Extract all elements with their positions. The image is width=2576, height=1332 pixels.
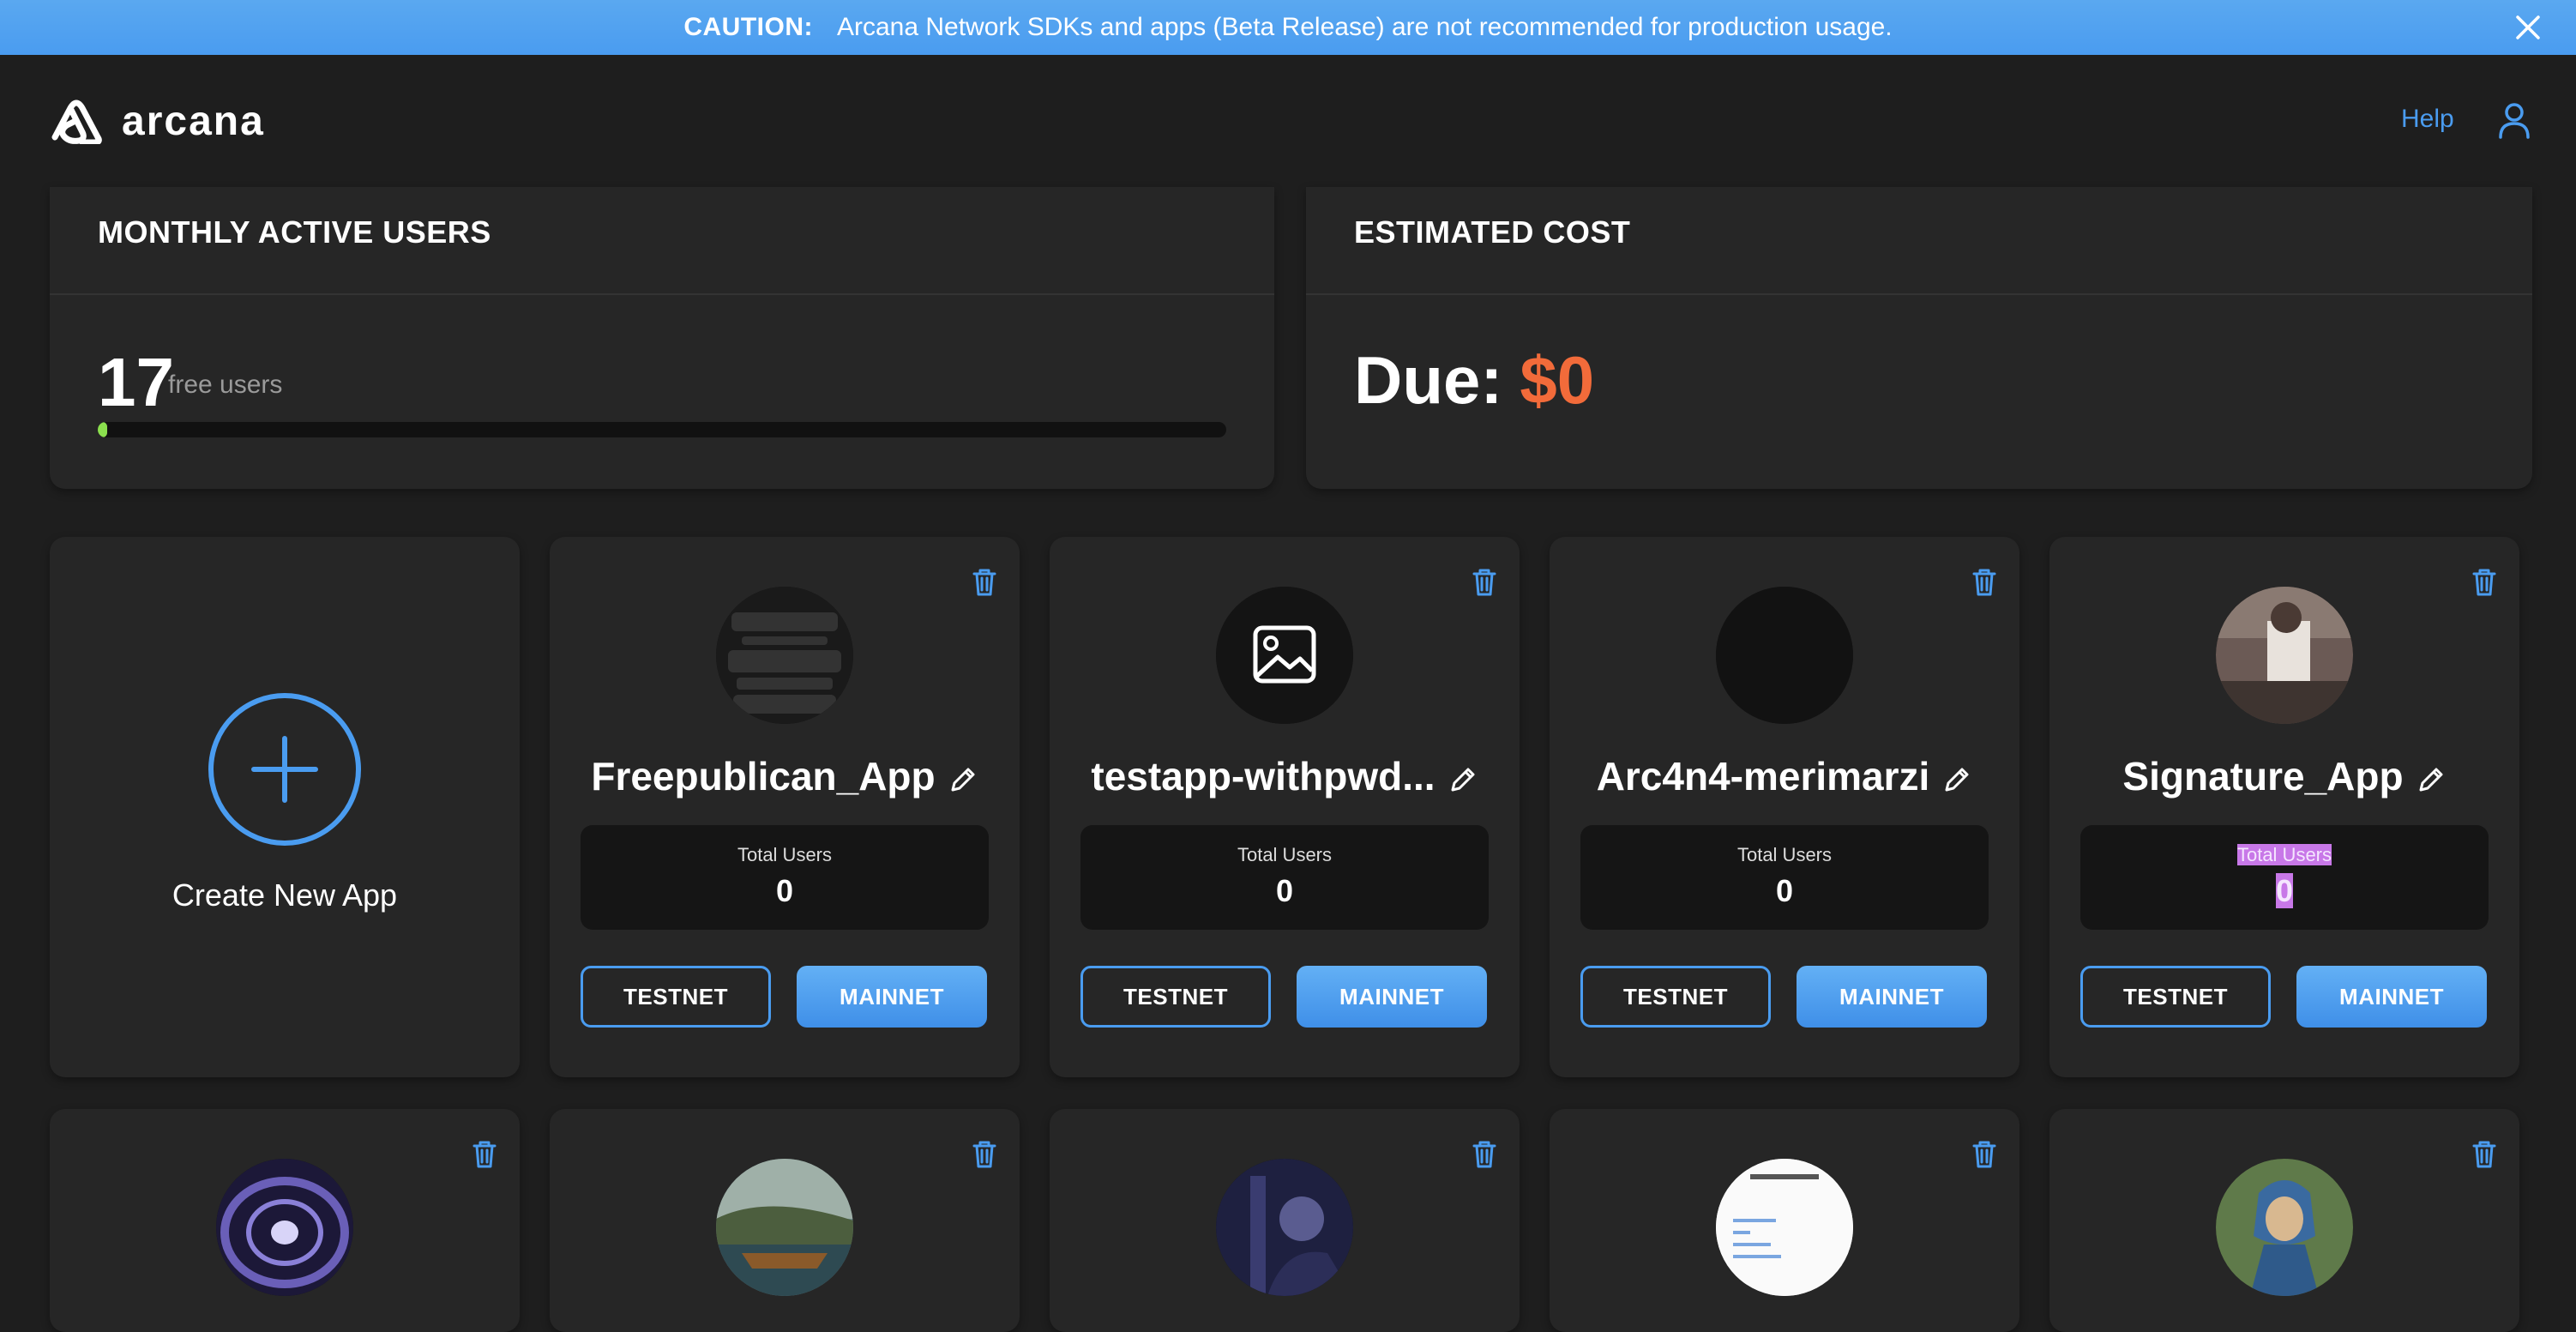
edit-pencil-icon[interactable] xyxy=(1941,764,1972,795)
due-amount: Due: $0 xyxy=(1354,341,1594,419)
app-name-text: Signature_App xyxy=(2122,754,2404,799)
total-users-box: Total Users 0 xyxy=(2080,825,2489,930)
photo-avatar-image xyxy=(2216,587,2353,724)
close-icon[interactable] xyxy=(2513,12,2543,43)
app-name: Arc4n4-merimarzi xyxy=(1550,753,2019,799)
app-card: Arc4n4-merimarzi Total Users 0 TESTNET M… xyxy=(1550,537,2019,1077)
app-avatar xyxy=(716,1159,853,1296)
testnet-button[interactable]: TESTNET xyxy=(2080,966,2271,1028)
create-new-app-label: Create New App xyxy=(172,877,398,913)
estimated-cost-card: ESTIMATED COST Due: $0 xyxy=(1306,187,2532,489)
total-users-label: Total Users xyxy=(1736,844,1833,865)
user-profile-icon[interactable] xyxy=(2497,101,2531,139)
arcana-logo-icon xyxy=(51,99,102,144)
app-card: testapp-withpwd... Total Users 0 TESTNET… xyxy=(1050,537,1520,1077)
total-users-box: Total Users 0 xyxy=(581,825,989,930)
plus-circle-icon xyxy=(208,693,361,846)
total-users-value: 0 xyxy=(1775,873,1794,908)
app-avatar xyxy=(1216,1159,1353,1296)
mainnet-button[interactable]: MAINNET xyxy=(2296,966,2487,1028)
total-users-box: Total Users 0 xyxy=(1080,825,1489,930)
app-name-text: Arc4n4-merimarzi xyxy=(1596,754,1930,799)
app-avatar xyxy=(1716,1159,1853,1296)
mainnet-button[interactable]: MAINNET xyxy=(1797,966,1987,1028)
app-card xyxy=(50,1109,520,1332)
app-avatar xyxy=(2216,1159,2353,1296)
total-users-box: Total Users 0 xyxy=(1580,825,1989,930)
mau-divider xyxy=(50,293,1274,295)
app-avatar xyxy=(716,587,853,724)
total-users-value: 0 xyxy=(1275,873,1294,908)
help-link[interactable]: Help xyxy=(2401,105,2454,134)
app-name-text: Freepublican_App xyxy=(591,754,936,799)
trash-icon[interactable] xyxy=(972,568,997,597)
monthly-active-users-card: MONTHLY ACTIVE USERS 17 free users xyxy=(50,187,1274,489)
total-users-label: Total Users xyxy=(1237,844,1333,865)
blue-portrait-avatar-image xyxy=(1216,1159,1353,1296)
total-users-label: Total Users xyxy=(737,844,833,865)
total-users-label: Total Users xyxy=(2080,844,2489,866)
mainnet-button[interactable]: MAINNET xyxy=(1297,966,1487,1028)
logo-text: arcana xyxy=(122,99,265,144)
cost-title: ESTIMATED COST xyxy=(1354,214,1631,250)
trash-icon[interactable] xyxy=(1971,1140,1997,1169)
caution-label: CAUTION: xyxy=(683,13,813,41)
testnet-button[interactable]: TESTNET xyxy=(1080,966,1271,1028)
app-name: Freepublican_App xyxy=(550,753,1020,799)
cost-divider xyxy=(1306,293,2532,295)
mau-progress-fill xyxy=(98,422,107,437)
mainnet-button[interactable]: MAINNET xyxy=(797,966,987,1028)
tunnel-avatar-image xyxy=(216,1159,353,1296)
testnet-button[interactable]: TESTNET xyxy=(1580,966,1771,1028)
trash-icon[interactable] xyxy=(472,1140,497,1169)
trash-icon[interactable] xyxy=(1971,568,1997,597)
trash-icon[interactable] xyxy=(972,1140,997,1169)
testnet-button[interactable]: TESTNET xyxy=(581,966,771,1028)
app-avatar xyxy=(1716,587,1853,724)
app-name: Signature_App xyxy=(2049,753,2519,799)
app-avatar xyxy=(2216,587,2353,724)
edit-pencil-icon[interactable] xyxy=(948,764,978,795)
image-placeholder-icon xyxy=(1216,587,1353,724)
total-users-value-text: 0 xyxy=(2275,873,2294,908)
trash-icon[interactable] xyxy=(2471,1140,2497,1169)
edit-pencil-icon[interactable] xyxy=(1447,764,1478,795)
app-card xyxy=(2049,1109,2519,1332)
app-avatar xyxy=(216,1159,353,1296)
total-users-value: 0 xyxy=(2080,873,2489,909)
app-card: Signature_App Total Users 0 TESTNET MAIN… xyxy=(2049,537,2519,1077)
trash-icon[interactable] xyxy=(2471,568,2497,597)
document-avatar-image xyxy=(1716,1159,1853,1296)
lemons-avatar-image xyxy=(716,587,853,724)
due-label: Due: xyxy=(1354,342,1503,418)
edit-pencil-icon[interactable] xyxy=(2416,764,2447,795)
trash-icon[interactable] xyxy=(1472,568,1497,597)
mau-progress-bar xyxy=(98,422,1226,437)
app-name-text: testapp-withpwd... xyxy=(1091,754,1435,799)
app-card xyxy=(550,1109,1020,1332)
app-card: Freepublican_App Total Users 0 TESTNET M… xyxy=(550,537,1020,1077)
create-new-app-card[interactable]: Create New App xyxy=(50,537,520,1077)
caution-banner: CAUTION: Arcana Network SDKs and apps (B… xyxy=(0,0,2576,55)
app-name: testapp-withpwd... xyxy=(1050,753,1520,799)
mau-count: 17 xyxy=(98,344,174,420)
app-card xyxy=(1550,1109,2019,1332)
painting-avatar-image xyxy=(716,1159,853,1296)
app-card xyxy=(1050,1109,1520,1332)
caution-message: Arcana Network SDKs and apps (Beta Relea… xyxy=(836,13,1893,41)
dark-avatar-image xyxy=(1716,587,1853,724)
mau-count-label: free users xyxy=(168,371,283,399)
due-value: $0 xyxy=(1520,342,1595,418)
mosaic-portrait-avatar-image xyxy=(2216,1159,2353,1296)
trash-icon[interactable] xyxy=(1472,1140,1497,1169)
total-users-label-text: Total Users xyxy=(2236,844,2332,865)
app-avatar xyxy=(1216,587,1353,724)
mau-title: MONTHLY ACTIVE USERS xyxy=(98,214,491,250)
total-users-value: 0 xyxy=(775,873,794,908)
arcana-logo[interactable]: arcana xyxy=(48,98,265,145)
top-header: arcana Help xyxy=(0,55,2576,187)
